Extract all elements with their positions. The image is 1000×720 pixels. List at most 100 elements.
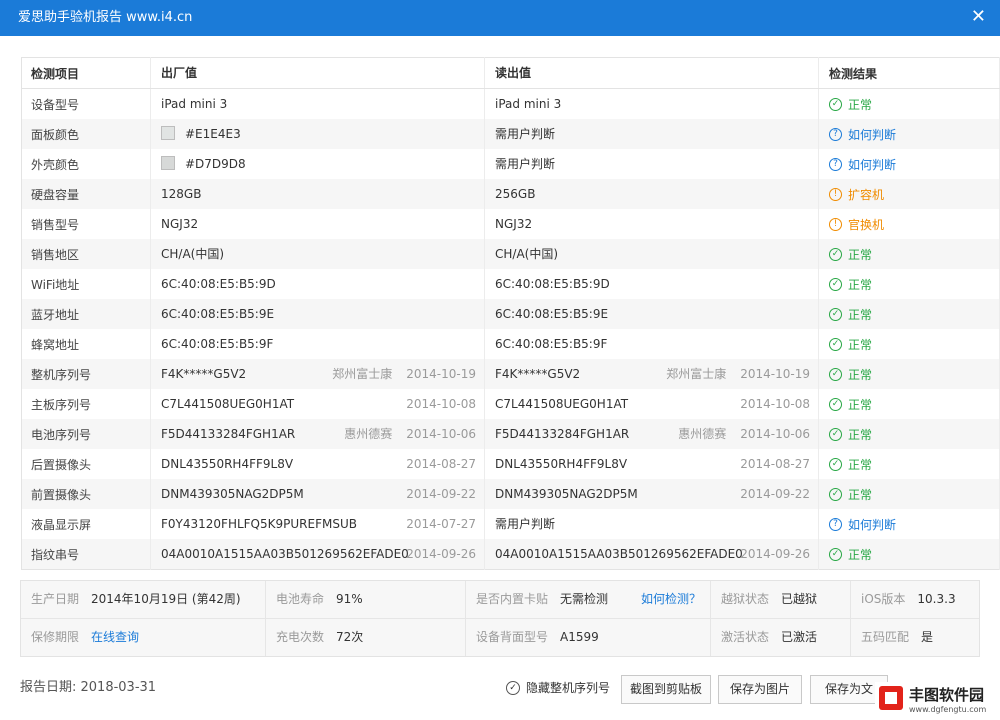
- factory-date: 2014-07-27: [406, 517, 476, 531]
- read-cell: 需用户判断: [484, 119, 819, 149]
- result-text[interactable]: 如何判断: [848, 128, 896, 142]
- check-icon[interactable]: ✓: [506, 680, 520, 695]
- warranty-label: 保修期限: [31, 630, 80, 644]
- item-label: 销售地区: [21, 239, 151, 269]
- save-image-button[interactable]: 保存为图片: [718, 675, 802, 704]
- result-cell[interactable]: ? 如何判断: [818, 119, 1000, 149]
- result-cell: ✓ 正常: [818, 359, 1000, 389]
- factory-meta: 2014-09-22: [406, 479, 476, 509]
- table-row: 整机序列号 F4K*****G5V2 郑州富士康 2014-10-19 F4K*****…: [21, 359, 1000, 389]
- factory-date: 2014-08-27: [406, 457, 476, 471]
- header-item: 检测项目: [21, 57, 151, 89]
- read-place: 郑州富士康: [666, 367, 727, 381]
- factory-date: 2014-09-22: [406, 487, 476, 501]
- manufacture-date-value: 2014年10月19日 (第42周): [91, 592, 241, 606]
- back-model: 设备背面型号 A1599: [476, 619, 599, 656]
- read-cell: NGJ32: [484, 209, 819, 239]
- hide-serial-toggle[interactable]: ✓ 隐藏整机序列号: [506, 678, 610, 698]
- item-label: 蜂窝地址: [21, 329, 151, 359]
- table-row: 液晶显示屏 F0Y43120FHLFQ5K9PUREFMSUB 2014-07-27…: [21, 509, 1000, 539]
- table-row: 蜂窝地址 6C:40:08:E5:B5:9F 6C:40:08:E5:B5:9F ✓ 正…: [21, 329, 1000, 359]
- factory-cell: #D7D9D8: [150, 149, 485, 179]
- factory-value: 6C:40:08:E5:B5:9E: [161, 307, 275, 321]
- read-cell: 6C:40:08:E5:B5:9E: [484, 299, 819, 329]
- factory-cell: iPad mini 3: [150, 88, 485, 119]
- read-value: F4K*****G5V2: [495, 367, 581, 381]
- result-cell: ! 扩容机: [818, 179, 1000, 209]
- battery-life-label: 电池寿命: [276, 592, 325, 606]
- table-row: 硬盘容量 128GB 256GB! 扩容机: [21, 179, 1000, 209]
- battery-life-value: 91%: [336, 592, 363, 606]
- factory-value: #E1E4E3: [185, 127, 241, 141]
- result-cell: ✓ 正常: [818, 479, 1000, 509]
- hide-serial-label[interactable]: 隐藏整机序列号: [526, 681, 610, 695]
- close-icon[interactable]: ✕: [971, 0, 986, 34]
- table-row: 后置摄像头 DNL43550RH4FF9L8V 2014-08-27 DNL43550…: [21, 449, 1000, 479]
- how-to-detect-link[interactable]: 如何检测？: [641, 581, 701, 618]
- read-value: iPad mini 3: [495, 97, 562, 111]
- result-text: 正常: [848, 457, 873, 472]
- how-to-detect-text[interactable]: 如何检测？: [641, 592, 701, 606]
- result-cell: ✓ 正常: [818, 329, 1000, 359]
- read-meta: 郑州富士康 2014-10-19: [666, 359, 810, 389]
- result-cell: ✓ 正常: [818, 389, 1000, 419]
- read-date: 2014-10-06: [740, 427, 810, 441]
- warn-status-icon: !: [829, 217, 842, 231]
- warranty-query-link[interactable]: 在线查询: [91, 630, 139, 644]
- ios-version-label: iOS版本: [861, 592, 906, 606]
- info-divider: [850, 581, 851, 656]
- jailbreak-value: 已越狱: [781, 592, 818, 606]
- result-cell[interactable]: ? 如何判断: [818, 509, 1000, 539]
- table-row: WiFi地址 6C:40:08:E5:B5:9D 6C:40:08:E5:B5:9D…: [21, 269, 1000, 299]
- read-value: 需用户判断: [495, 127, 556, 141]
- result-cell[interactable]: ? 如何判断: [818, 149, 1000, 179]
- ios-version-value: 10.3.3: [917, 592, 956, 606]
- read-meta: 惠州德赛 2014-10-06: [678, 419, 810, 449]
- read-cell: 256GB: [484, 179, 819, 209]
- read-meta: 2014-09-22: [740, 479, 810, 509]
- ok-status-icon: ✓: [829, 397, 842, 411]
- warranty: 保修期限 在线查询: [31, 619, 139, 656]
- read-value: 需用户判断: [495, 517, 556, 531]
- watermark-url: www.dgfengtu.com: [909, 705, 987, 714]
- ok-status-icon: ✓: [829, 277, 842, 291]
- result-cell: ✓ 正常: [818, 88, 1000, 119]
- table-row: 外壳颜色 #D7D9D8 需用户判断? 如何判断: [21, 149, 1000, 179]
- table-row: 电池序列号 F5D44133284FGH1AR 惠州德赛 2014-10-06 F5D4…: [21, 419, 1000, 449]
- factory-meta: 2014-09-26: [406, 539, 476, 569]
- result-cell: ✓ 正常: [818, 299, 1000, 329]
- table-row: 销售型号 NGJ32 NGJ32! 官换机: [21, 209, 1000, 239]
- read-date: 2014-10-19: [740, 367, 810, 381]
- factory-cell: 128GB: [150, 179, 485, 209]
- copy-screenshot-button[interactable]: 截图到剪贴板: [621, 675, 711, 704]
- table-row: 前置摄像头 DNM439305NAG2DP5M 2014-09-22 DNM43930…: [21, 479, 1000, 509]
- item-label: 硬盘容量: [21, 179, 151, 209]
- device-info-panel: 生产日期 2014年10月19日 (第42周) 电池寿命 91% 是否内置卡贴 无需检…: [20, 580, 980, 657]
- manufacture-date-label: 生产日期: [31, 592, 80, 606]
- factory-meta: 2014-08-27: [406, 449, 476, 479]
- builtin-card-value: 无需检测: [560, 592, 609, 606]
- item-label: WiFi地址: [21, 269, 151, 299]
- item-label: 电池序列号: [21, 419, 151, 449]
- ok-status-icon: ✓: [829, 427, 842, 441]
- factory-date: 2014-09-26: [406, 547, 476, 561]
- factory-value: 04A0010A1515AA03B501269562EFADE0: [161, 547, 409, 561]
- factory-value: 6C:40:08:E5:B5:9F: [161, 337, 274, 351]
- read-cell: 需用户判断: [484, 509, 819, 539]
- report-table: 检测项目 出厂值 读出值 检测结果 设备型号 iPad mini 3 iPad mi…: [21, 57, 1000, 570]
- item-label: 面板颜色: [21, 119, 151, 149]
- result-text[interactable]: 如何判断: [848, 158, 896, 172]
- ios-version: iOS版本 10.3.3: [861, 581, 956, 618]
- factory-cell: #E1E4E3: [150, 119, 485, 149]
- back-model-label: 设备背面型号: [476, 630, 549, 644]
- jailbreak-label: 越狱状态: [721, 592, 770, 606]
- item-label: 液晶显示屏: [21, 509, 151, 539]
- manufacture-date: 生产日期 2014年10月19日 (第42周): [31, 581, 241, 618]
- read-date: 2014-09-26: [740, 547, 810, 561]
- result-text[interactable]: 如何判断: [848, 518, 896, 532]
- activation-label: 激活状态: [721, 630, 770, 644]
- factory-meta: 2014-10-08: [406, 389, 476, 419]
- title-bar: 爱思助手验机报告 www.i4.cn ✕: [0, 0, 1000, 36]
- read-value: F5D44133284FGH1AR: [495, 427, 630, 441]
- item-label: 设备型号: [21, 88, 151, 119]
